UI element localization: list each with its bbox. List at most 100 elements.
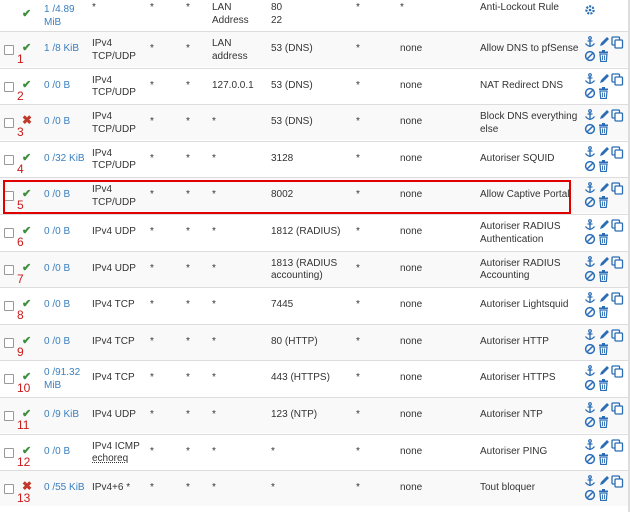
ban-icon[interactable] (584, 453, 596, 465)
rule-select-checkbox[interactable] (4, 374, 14, 385)
copy-icon[interactable] (611, 365, 624, 379)
anchor-icon[interactable] (584, 292, 596, 304)
copy-icon[interactable] (611, 219, 624, 232)
rule-row[interactable]: ✔ 10 0 /91.32 MiB IPv4 TCP * * * 443 (HTTPS) * non… (0, 360, 630, 396)
copy-icon[interactable] (611, 402, 624, 415)
anchor-icon[interactable] (584, 365, 596, 377)
states-link[interactable]: 1 /8 KiB (44, 43, 90, 56)
ban-icon[interactable] (584, 160, 596, 172)
pencil-icon[interactable] (598, 219, 610, 231)
pencil-icon[interactable] (598, 256, 610, 268)
rule-row[interactable]: ✖ 3 0 /0 B IPv4 TCP/UDP * * * 53 (DNS) * none Block… (0, 104, 630, 141)
copy-icon[interactable] (611, 475, 624, 488)
ban-icon[interactable] (584, 270, 596, 282)
ban-icon[interactable] (584, 233, 596, 245)
states-link[interactable]: 0 /0 B (44, 116, 90, 129)
rule-select-checkbox[interactable] (4, 81, 14, 92)
rule-select-checkbox[interactable] (4, 301, 14, 312)
pencil-icon[interactable] (598, 73, 610, 85)
states-link[interactable]: 0 /32 KiB (44, 153, 90, 166)
pencil-icon[interactable] (598, 292, 610, 304)
trash-icon[interactable] (598, 86, 609, 99)
ban-icon[interactable] (584, 343, 596, 355)
anchor-icon[interactable] (584, 182, 596, 194)
states-link[interactable]: 0 /0 B (44, 299, 90, 312)
pencil-icon[interactable] (598, 402, 610, 414)
trash-icon[interactable] (598, 342, 609, 355)
rule-row[interactable]: ✔ 4 0 /32 KiB IPv4 TCP/UDP * * * 3128 * none Autori… (0, 140, 630, 177)
states-link[interactable]: 0 /0 B (44, 80, 90, 93)
anchor-icon[interactable] (584, 145, 596, 158)
rule-select-checkbox[interactable] (4, 191, 14, 202)
states-link[interactable]: 0 /9 KiB (44, 409, 90, 422)
states-link[interactable]: 0 /0 B (44, 336, 90, 349)
ban-icon[interactable] (584, 306, 596, 318)
anchor-icon[interactable] (584, 255, 596, 268)
trash-icon[interactable] (598, 123, 609, 136)
trash-icon[interactable] (598, 379, 609, 392)
ban-icon[interactable] (584, 87, 596, 99)
anchor-icon[interactable] (584, 475, 596, 487)
trash-icon[interactable] (598, 489, 609, 502)
pencil-icon[interactable] (598, 36, 610, 48)
copy-icon[interactable] (611, 438, 624, 452)
pencil-icon[interactable] (598, 109, 610, 121)
anchor-icon[interactable] (584, 328, 596, 341)
rule-select-checkbox[interactable] (4, 264, 14, 275)
anchor-icon[interactable] (584, 219, 596, 231)
rule-row[interactable]: ✔ 8 0 /0 B IPv4 TCP * * * 7445 * none Autoriser Li… (0, 287, 630, 323)
pencil-icon[interactable] (598, 439, 610, 451)
rule-row[interactable]: ✔ 6 0 /0 B IPv4 UDP * * * 1812 (RADIUS) * none Aut… (0, 214, 630, 250)
rule-row[interactable]: ✔ 5 0 /0 B IPv4 TCP/UDP * * * 8002 * none Allow Cap… (0, 177, 630, 214)
pencil-icon[interactable] (598, 146, 610, 158)
anchor-icon[interactable] (584, 438, 596, 451)
anchor-icon[interactable] (584, 109, 596, 121)
rule-select-checkbox[interactable] (4, 337, 14, 348)
ban-icon[interactable] (584, 416, 596, 428)
copy-icon[interactable] (611, 72, 624, 86)
trash-icon[interactable] (598, 196, 609, 209)
copy-icon[interactable] (611, 146, 624, 159)
pencil-icon[interactable] (598, 475, 610, 487)
trash-icon[interactable] (598, 416, 609, 428)
rule-select-checkbox[interactable] (4, 154, 14, 165)
copy-icon[interactable] (611, 255, 624, 269)
rule-row[interactable]: ✖ 13 0 /55 KiB IPv4+6 * * * * * * none Tout bloque… (0, 470, 630, 507)
ban-icon[interactable] (584, 489, 596, 501)
states-link[interactable]: 0 /0 B (44, 226, 90, 239)
pencil-icon[interactable] (598, 365, 610, 377)
states-link[interactable]: 0 /55 KiB (44, 482, 90, 495)
rule-row[interactable]: ✔ 12 0 /0 B IPv4 ICMP echoreq * * * * * none Autori… (0, 433, 630, 470)
pencil-icon[interactable] (598, 329, 610, 341)
ban-icon[interactable] (584, 50, 596, 62)
ban-icon[interactable] (584, 379, 596, 391)
trash-icon[interactable] (598, 306, 609, 319)
rule-select-checkbox[interactable] (4, 447, 14, 458)
copy-icon[interactable] (611, 182, 624, 196)
trash-icon[interactable] (598, 233, 609, 245)
rule-row[interactable]: ✔ 1 1 /8 KiB IPv4 TCP/UDP * * LAN address 53 (DNS… (0, 31, 630, 67)
rule-select-checkbox[interactable] (4, 118, 14, 129)
ban-icon[interactable] (584, 123, 596, 135)
copy-icon[interactable] (611, 109, 624, 122)
states-link[interactable]: 1 /4.89 MiB (44, 4, 90, 29)
rule-row[interactable]: ✔ 7 0 /0 B IPv4 UDP * * * 1813 (RADIUS accountin… (0, 250, 630, 287)
rule-row[interactable]: ✔ 11 0 /9 KiB IPv4 UDP * * * 123 (NTP) * none Auto… (0, 397, 630, 433)
anchor-icon[interactable] (584, 72, 596, 85)
rule-row[interactable]: ✔ 9 0 /0 B IPv4 TCP * * * 80 (HTTP) * none Autoris… (0, 323, 630, 360)
anchor-icon[interactable] (584, 402, 596, 414)
copy-icon[interactable] (611, 329, 624, 342)
anchor-icon[interactable] (584, 36, 596, 48)
rule-select-checkbox[interactable] (4, 411, 14, 421)
trash-icon[interactable] (598, 269, 609, 282)
ban-icon[interactable] (584, 196, 596, 208)
rule-select-checkbox[interactable] (4, 45, 14, 55)
states-link[interactable]: 0 /0 B (44, 263, 90, 276)
trash-icon[interactable] (598, 50, 609, 62)
trash-icon[interactable] (598, 452, 609, 465)
rule-row[interactable]: ✔ 2 0 /0 B IPv4 TCP/UDP * * 127.0.0.1 53 (DNS) * n… (0, 67, 630, 104)
pencil-icon[interactable] (598, 182, 610, 194)
gear-icon[interactable] (584, 4, 596, 16)
states-link[interactable]: 0 /0 B (44, 189, 90, 202)
states-link[interactable]: 0 /91.32 MiB (44, 367, 90, 392)
